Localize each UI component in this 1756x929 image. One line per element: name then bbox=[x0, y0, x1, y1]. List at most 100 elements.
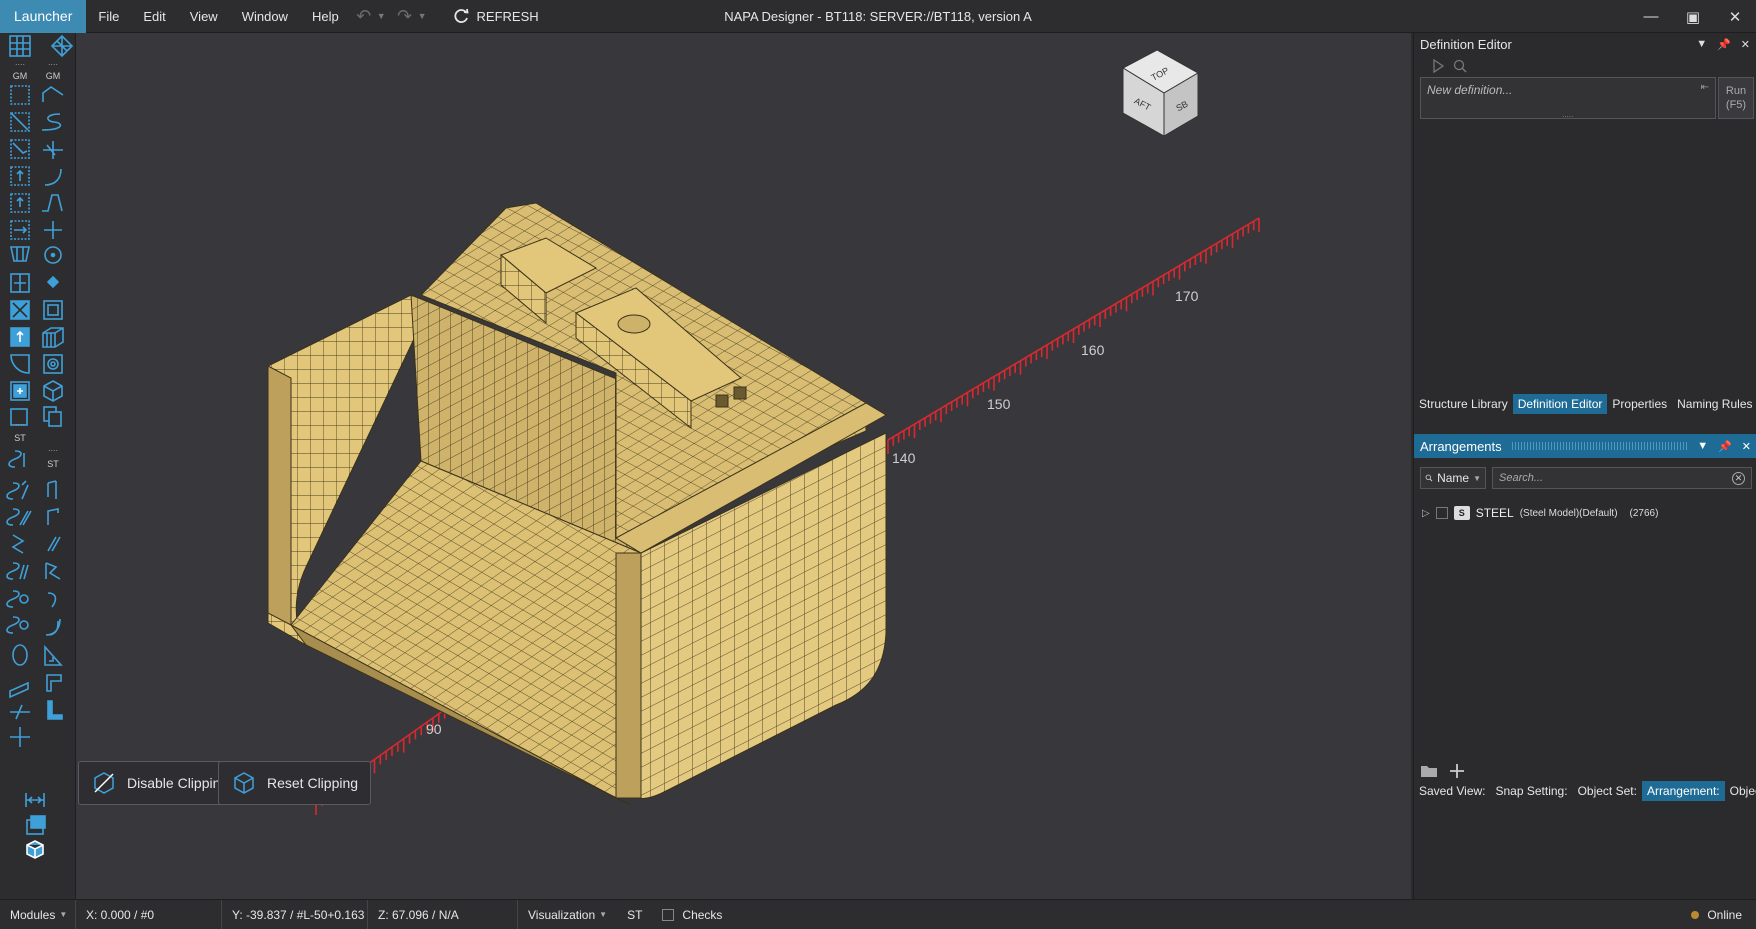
stiffener-tool-icon[interactable] bbox=[8, 450, 25, 468]
pin-icon[interactable]: 📌 bbox=[1717, 38, 1731, 51]
flange-tool-icon[interactable] bbox=[47, 508, 59, 525]
undo-icon[interactable]: ↶ bbox=[351, 5, 377, 27]
move-surface-tool-icon[interactable] bbox=[10, 220, 30, 240]
intersect-curve-tool-icon[interactable] bbox=[43, 141, 63, 159]
redo-icon[interactable]: ↷ bbox=[392, 5, 418, 27]
bracket-tool-icon[interactable] bbox=[47, 480, 57, 499]
plate-tool-icon[interactable] bbox=[10, 327, 30, 347]
tab-object-sets[interactable]: Object Set: bbox=[1573, 781, 1642, 801]
tab-snap-settings[interactable]: Snap Setting: bbox=[1491, 781, 1573, 801]
view-cube-toggle-icon[interactable] bbox=[26, 840, 44, 859]
filter-select[interactable]: Name ▼ bbox=[1420, 467, 1486, 489]
frame-tool-icon[interactable] bbox=[43, 300, 63, 320]
triangle-tool-icon[interactable] bbox=[44, 644, 63, 666]
pillar-tool-icon[interactable] bbox=[11, 534, 25, 554]
edge-trim-tool-icon[interactable] bbox=[46, 674, 62, 692]
curved-profile-tool-icon[interactable] bbox=[45, 618, 61, 636]
surface-rect-tool-icon[interactable] bbox=[10, 85, 30, 105]
refresh-button[interactable]: REFRESH bbox=[451, 6, 539, 26]
seam-tool-icon[interactable] bbox=[6, 590, 29, 608]
tab-naming-rules[interactable]: Naming Rules bbox=[1672, 394, 1756, 414]
tab-saved-views[interactable]: Saved View: bbox=[1414, 781, 1491, 801]
steel-model[interactable] bbox=[267, 202, 887, 806]
resize-grip-icon[interactable]: ..... bbox=[1421, 111, 1715, 119]
search-input[interactable]: Search... ✕ bbox=[1492, 467, 1752, 489]
find-icon[interactable] bbox=[1452, 58, 1468, 74]
launcher-button[interactable]: Launcher bbox=[0, 0, 87, 33]
scale-surface-tool-icon[interactable] bbox=[10, 300, 30, 320]
curved-flange-tool-icon[interactable] bbox=[47, 592, 57, 608]
reset-clipping-button[interactable]: Reset Clipping bbox=[218, 761, 372, 805]
menu-help[interactable]: Help bbox=[300, 9, 351, 24]
arr-close-icon[interactable]: ✕ bbox=[1742, 440, 1751, 453]
close-icon[interactable]: ✕ bbox=[1714, 0, 1756, 33]
maximize-icon[interactable]: ▣ bbox=[1672, 0, 1714, 33]
arr-pin-icon[interactable]: 📌 bbox=[1718, 440, 1732, 453]
definition-input[interactable]: New definition... ⇤ ..... bbox=[1420, 77, 1716, 119]
menu-edit[interactable]: Edit bbox=[131, 9, 177, 24]
menu-view[interactable]: View bbox=[178, 9, 230, 24]
redo-dropdown-icon[interactable]: ▼ bbox=[418, 11, 427, 21]
deck-plate-tool-icon[interactable] bbox=[9, 681, 29, 699]
grid-iso-tool-icon[interactable] bbox=[50, 34, 74, 58]
polyline-tool-icon[interactable] bbox=[42, 86, 64, 102]
cut-surface-tool-icon[interactable] bbox=[10, 139, 30, 159]
view-cube[interactable]: TOP AFT SB bbox=[1121, 49, 1200, 137]
clear-search-icon[interactable]: ✕ bbox=[1732, 471, 1745, 485]
curved-plate-tool-icon[interactable] bbox=[10, 354, 30, 374]
stiffener-set-tool-icon[interactable] bbox=[6, 562, 29, 580]
menu-file[interactable]: File bbox=[86, 9, 131, 24]
run-button[interactable]: Run (F5) bbox=[1718, 77, 1754, 119]
tree-checkbox[interactable] bbox=[1435, 507, 1448, 519]
folder-icon[interactable] bbox=[1420, 763, 1438, 779]
girder-tool-icon[interactable] bbox=[47, 536, 61, 552]
tab-definition-editor[interactable]: Definition Editor bbox=[1512, 394, 1608, 414]
arr-menu-icon[interactable]: ▼ bbox=[1697, 440, 1708, 453]
tree-item-steel[interactable]: ▷ S STEEL (Steel Model)(Default) (2766) bbox=[1422, 503, 1658, 523]
vertex-tool-icon[interactable] bbox=[46, 275, 60, 289]
add-icon[interactable] bbox=[1448, 763, 1466, 779]
arc-tool-icon[interactable] bbox=[44, 168, 62, 186]
profile-tool-icon[interactable] bbox=[6, 480, 29, 500]
menu-window[interactable]: Window bbox=[230, 9, 300, 24]
offset-surface-tool-icon[interactable] bbox=[10, 193, 30, 213]
visualization-menu[interactable]: Visualization ▼ bbox=[518, 900, 617, 929]
checks-checkbox[interactable] bbox=[662, 908, 675, 921]
hull-surface-tool-icon[interactable] bbox=[10, 246, 30, 262]
ellipse-tool-icon[interactable] bbox=[12, 644, 28, 666]
line-cut-tool-icon[interactable] bbox=[10, 704, 30, 720]
tab-structure-library[interactable]: Structure Library bbox=[1414, 394, 1513, 414]
panel-close-icon[interactable]: ✕ bbox=[1741, 38, 1750, 51]
cube-tool-icon[interactable] bbox=[43, 380, 63, 402]
hole-tool-icon[interactable] bbox=[6, 616, 29, 634]
modules-menu[interactable]: Modules ▼ bbox=[0, 899, 76, 929]
play-icon[interactable] bbox=[1430, 58, 1446, 74]
3d-viewport[interactable]: 140 150 160 170 90 50 TOP AFT SB Disable… bbox=[76, 33, 1411, 899]
split-surface-tool-icon[interactable] bbox=[10, 273, 30, 293]
input-pin-icon[interactable]: ⇤ bbox=[1701, 82, 1709, 93]
extend-surface-tool-icon[interactable] bbox=[10, 166, 30, 186]
grid-tool-icon[interactable] bbox=[9, 35, 31, 57]
rotate-tool-icon[interactable] bbox=[44, 246, 62, 264]
checks-toggle[interactable]: Checks bbox=[652, 900, 732, 929]
point-tool-icon[interactable] bbox=[44, 221, 62, 239]
add-axis-tool-icon[interactable] bbox=[10, 727, 30, 747]
minimize-icon[interactable]: — bbox=[1630, 0, 1672, 33]
undo-dropdown-icon[interactable]: ▼ bbox=[377, 11, 386, 21]
step-curve-tool-icon[interactable] bbox=[42, 194, 63, 212]
measure-distance-icon[interactable] bbox=[25, 793, 45, 807]
spline-tool-icon[interactable] bbox=[41, 113, 62, 131]
tab-arrangements[interactable]: Arrangement: bbox=[1641, 781, 1725, 801]
expand-icon[interactable]: ▷ bbox=[1422, 508, 1430, 519]
stiffener-slanted-tool-icon[interactable] bbox=[6, 508, 32, 526]
panel-menu-icon[interactable]: ▼ bbox=[1696, 38, 1707, 51]
tab-objects[interactable]: Objects bbox=[1725, 781, 1756, 801]
trim-surface-tool-icon[interactable] bbox=[10, 112, 30, 132]
opening-tool-icon[interactable] bbox=[10, 381, 30, 401]
room-tool-icon[interactable] bbox=[43, 354, 63, 374]
corner-profile-tool-icon[interactable] bbox=[47, 700, 63, 720]
copy-tool-icon[interactable] bbox=[43, 406, 62, 427]
block-tool-icon[interactable] bbox=[42, 327, 64, 348]
zoom-box-icon[interactable] bbox=[26, 815, 46, 835]
disable-clipping-button[interactable]: Disable Clipping bbox=[78, 761, 242, 805]
